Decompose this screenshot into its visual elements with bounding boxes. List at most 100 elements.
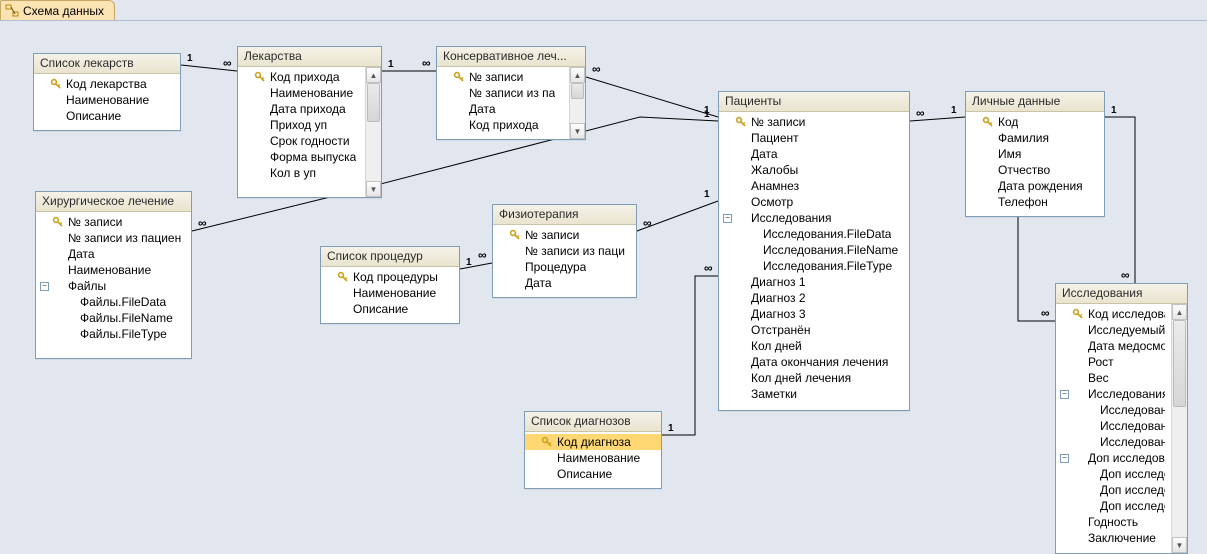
field-row[interactable]: Диагноз 2 — [719, 290, 909, 306]
field-row[interactable]: Форма выпуска — [238, 149, 365, 165]
field-row[interactable]: Дата — [36, 246, 191, 262]
relationship-line[interactable] — [586, 77, 718, 117]
field-row[interactable]: −Файлы — [36, 278, 191, 294]
expander-col[interactable]: − — [723, 214, 733, 223]
entity-header[interactable]: Список диагнозов — [525, 412, 661, 432]
scroll-thumb[interactable] — [367, 83, 380, 122]
field-row[interactable]: Осмотр — [719, 194, 909, 210]
vertical-scrollbar[interactable]: ▲▼ — [1171, 304, 1187, 553]
field-row[interactable]: Доп исследо — [1056, 466, 1171, 482]
field-row[interactable]: Рост — [1056, 354, 1171, 370]
relationship-line[interactable] — [662, 276, 718, 435]
expander-icon[interactable]: − — [1060, 390, 1069, 399]
field-row[interactable]: Дата окончания лечения — [719, 354, 909, 370]
field-row[interactable]: Описание — [34, 108, 180, 124]
entity-pacienty[interactable]: Пациенты№ записиПациентДатаЖалобыАнамнез… — [718, 91, 910, 411]
scroll-up-icon[interactable]: ▲ — [1172, 304, 1187, 320]
entity-issledovaniya[interactable]: Исследования Код исследованИсследуемыйДат… — [1055, 283, 1188, 554]
field-row[interactable]: Файлы.FileData — [36, 294, 191, 310]
field-row[interactable]: Пациент — [719, 130, 909, 146]
relationship-line[interactable] — [1018, 217, 1055, 321]
field-row[interactable]: Код прихода — [437, 117, 569, 133]
field-row[interactable]: Файлы.FileName — [36, 310, 191, 326]
field-row[interactable]: Код исследован — [1056, 306, 1171, 322]
entity-header[interactable]: Физиотерапия — [493, 205, 636, 225]
field-row[interactable]: Доп исследо — [1056, 482, 1171, 498]
field-row[interactable]: Дата — [493, 275, 636, 291]
scroll-track[interactable] — [1172, 320, 1187, 537]
field-row[interactable]: Жалобы — [719, 162, 909, 178]
entity-spisok_procedur[interactable]: Список процедурКод процедурыНаименование… — [320, 246, 460, 324]
field-row[interactable]: Кол дней — [719, 338, 909, 354]
scroll-thumb[interactable] — [1173, 320, 1186, 407]
expander-col[interactable]: − — [1060, 454, 1070, 463]
field-row[interactable]: Дата медосмот — [1056, 338, 1171, 354]
field-row[interactable]: Дата рождения — [966, 178, 1104, 194]
entity-fizioterapiya[interactable]: Физиотерапия № записи№ записи из пациПроц… — [492, 204, 637, 298]
relationship-line[interactable] — [460, 263, 492, 269]
field-row[interactable]: Дата — [719, 146, 909, 162]
field-row[interactable]: № записи — [36, 214, 191, 230]
field-row[interactable]: Заметки — [719, 386, 909, 402]
field-row[interactable]: Код — [966, 114, 1104, 130]
field-row[interactable]: Исследовани — [1056, 434, 1171, 450]
relationship-line[interactable] — [181, 65, 237, 71]
entity-header[interactable]: Пациенты — [719, 92, 909, 112]
entity-header[interactable]: Список процедур — [321, 247, 459, 267]
entity-lichnye[interactable]: Личные данныеКодФамилияИмяОтчествоДата р… — [965, 91, 1105, 217]
entity-header[interactable]: Исследования — [1056, 284, 1187, 304]
field-row[interactable]: Диагноз 3 — [719, 306, 909, 322]
field-row[interactable]: Телефон — [966, 194, 1104, 210]
vertical-scrollbar[interactable]: ▲▼ — [569, 67, 585, 139]
field-row[interactable]: Файлы.FileType — [36, 326, 191, 342]
field-row[interactable]: Диагноз 1 — [719, 274, 909, 290]
scroll-down-icon[interactable]: ▼ — [570, 123, 585, 139]
field-row[interactable]: Имя — [966, 146, 1104, 162]
tab-relationships[interactable]: Схема данных — [0, 0, 115, 20]
field-row[interactable]: Дата — [437, 101, 569, 117]
entity-header[interactable]: Хирургическое лечение — [36, 192, 191, 212]
field-row[interactable]: Годность — [1056, 514, 1171, 530]
field-row[interactable]: Наименование — [238, 85, 365, 101]
field-row[interactable]: Приход уп — [238, 117, 365, 133]
entity-spisok_diag[interactable]: Список диагнозовКод диагнозаНаименование… — [524, 411, 662, 489]
scroll-track[interactable] — [366, 83, 381, 181]
field-row[interactable]: Исследования.FileName — [719, 242, 909, 258]
field-row[interactable]: Дата прихода — [238, 101, 365, 117]
scroll-thumb[interactable] — [571, 83, 584, 99]
field-row[interactable]: Исследовани — [1056, 418, 1171, 434]
expander-icon[interactable]: − — [1060, 454, 1069, 463]
entity-konservativnoe[interactable]: Консервативное леч...№ записи№ записи из… — [436, 46, 586, 140]
field-row[interactable]: −Доп исследова — [1056, 450, 1171, 466]
entity-hir[interactable]: Хирургическое лечение№ записи№ записи из… — [35, 191, 192, 359]
field-row[interactable]: Отстранён — [719, 322, 909, 338]
field-row[interactable]: Код лекарства — [34, 76, 180, 92]
scroll-up-icon[interactable]: ▲ — [366, 67, 381, 83]
expander-icon[interactable]: − — [723, 214, 732, 223]
field-row[interactable]: Наименование — [34, 92, 180, 108]
scroll-down-icon[interactable]: ▼ — [1172, 537, 1187, 553]
field-row[interactable]: −Исследования — [719, 210, 909, 226]
field-row[interactable]: Исследования.FileType — [719, 258, 909, 274]
field-row[interactable]: Вес — [1056, 370, 1171, 386]
scroll-down-icon[interactable]: ▼ — [366, 181, 381, 197]
entity-lekarstva[interactable]: ЛекарстваКод приходаНаименованиеДата при… — [237, 46, 382, 198]
field-row[interactable]: Исследования.FileData — [719, 226, 909, 242]
entity-header[interactable]: Консервативное леч... — [437, 47, 585, 67]
field-row[interactable]: Фамилия — [966, 130, 1104, 146]
field-row[interactable]: Процедура — [493, 259, 636, 275]
expander-col[interactable]: − — [1060, 390, 1070, 399]
entity-header[interactable]: Личные данные — [966, 92, 1104, 112]
entity-spisok_lekarstv[interactable]: Список лекарствКод лекарстваНаименование… — [33, 53, 181, 131]
field-row[interactable]: № записи из па — [437, 85, 569, 101]
field-row[interactable]: № записи из паци — [493, 243, 636, 259]
relationship-line[interactable] — [637, 201, 718, 231]
field-row[interactable]: Исследуемый — [1056, 322, 1171, 338]
field-row[interactable]: Код процедуры — [321, 269, 459, 285]
field-row[interactable]: Заключение — [1056, 530, 1171, 546]
field-row[interactable]: Описание — [525, 466, 661, 482]
field-row[interactable]: Кол дней лечения — [719, 370, 909, 386]
scroll-track[interactable] — [570, 83, 585, 123]
relationship-line[interactable] — [910, 117, 965, 121]
field-row[interactable]: № записи — [493, 227, 636, 243]
